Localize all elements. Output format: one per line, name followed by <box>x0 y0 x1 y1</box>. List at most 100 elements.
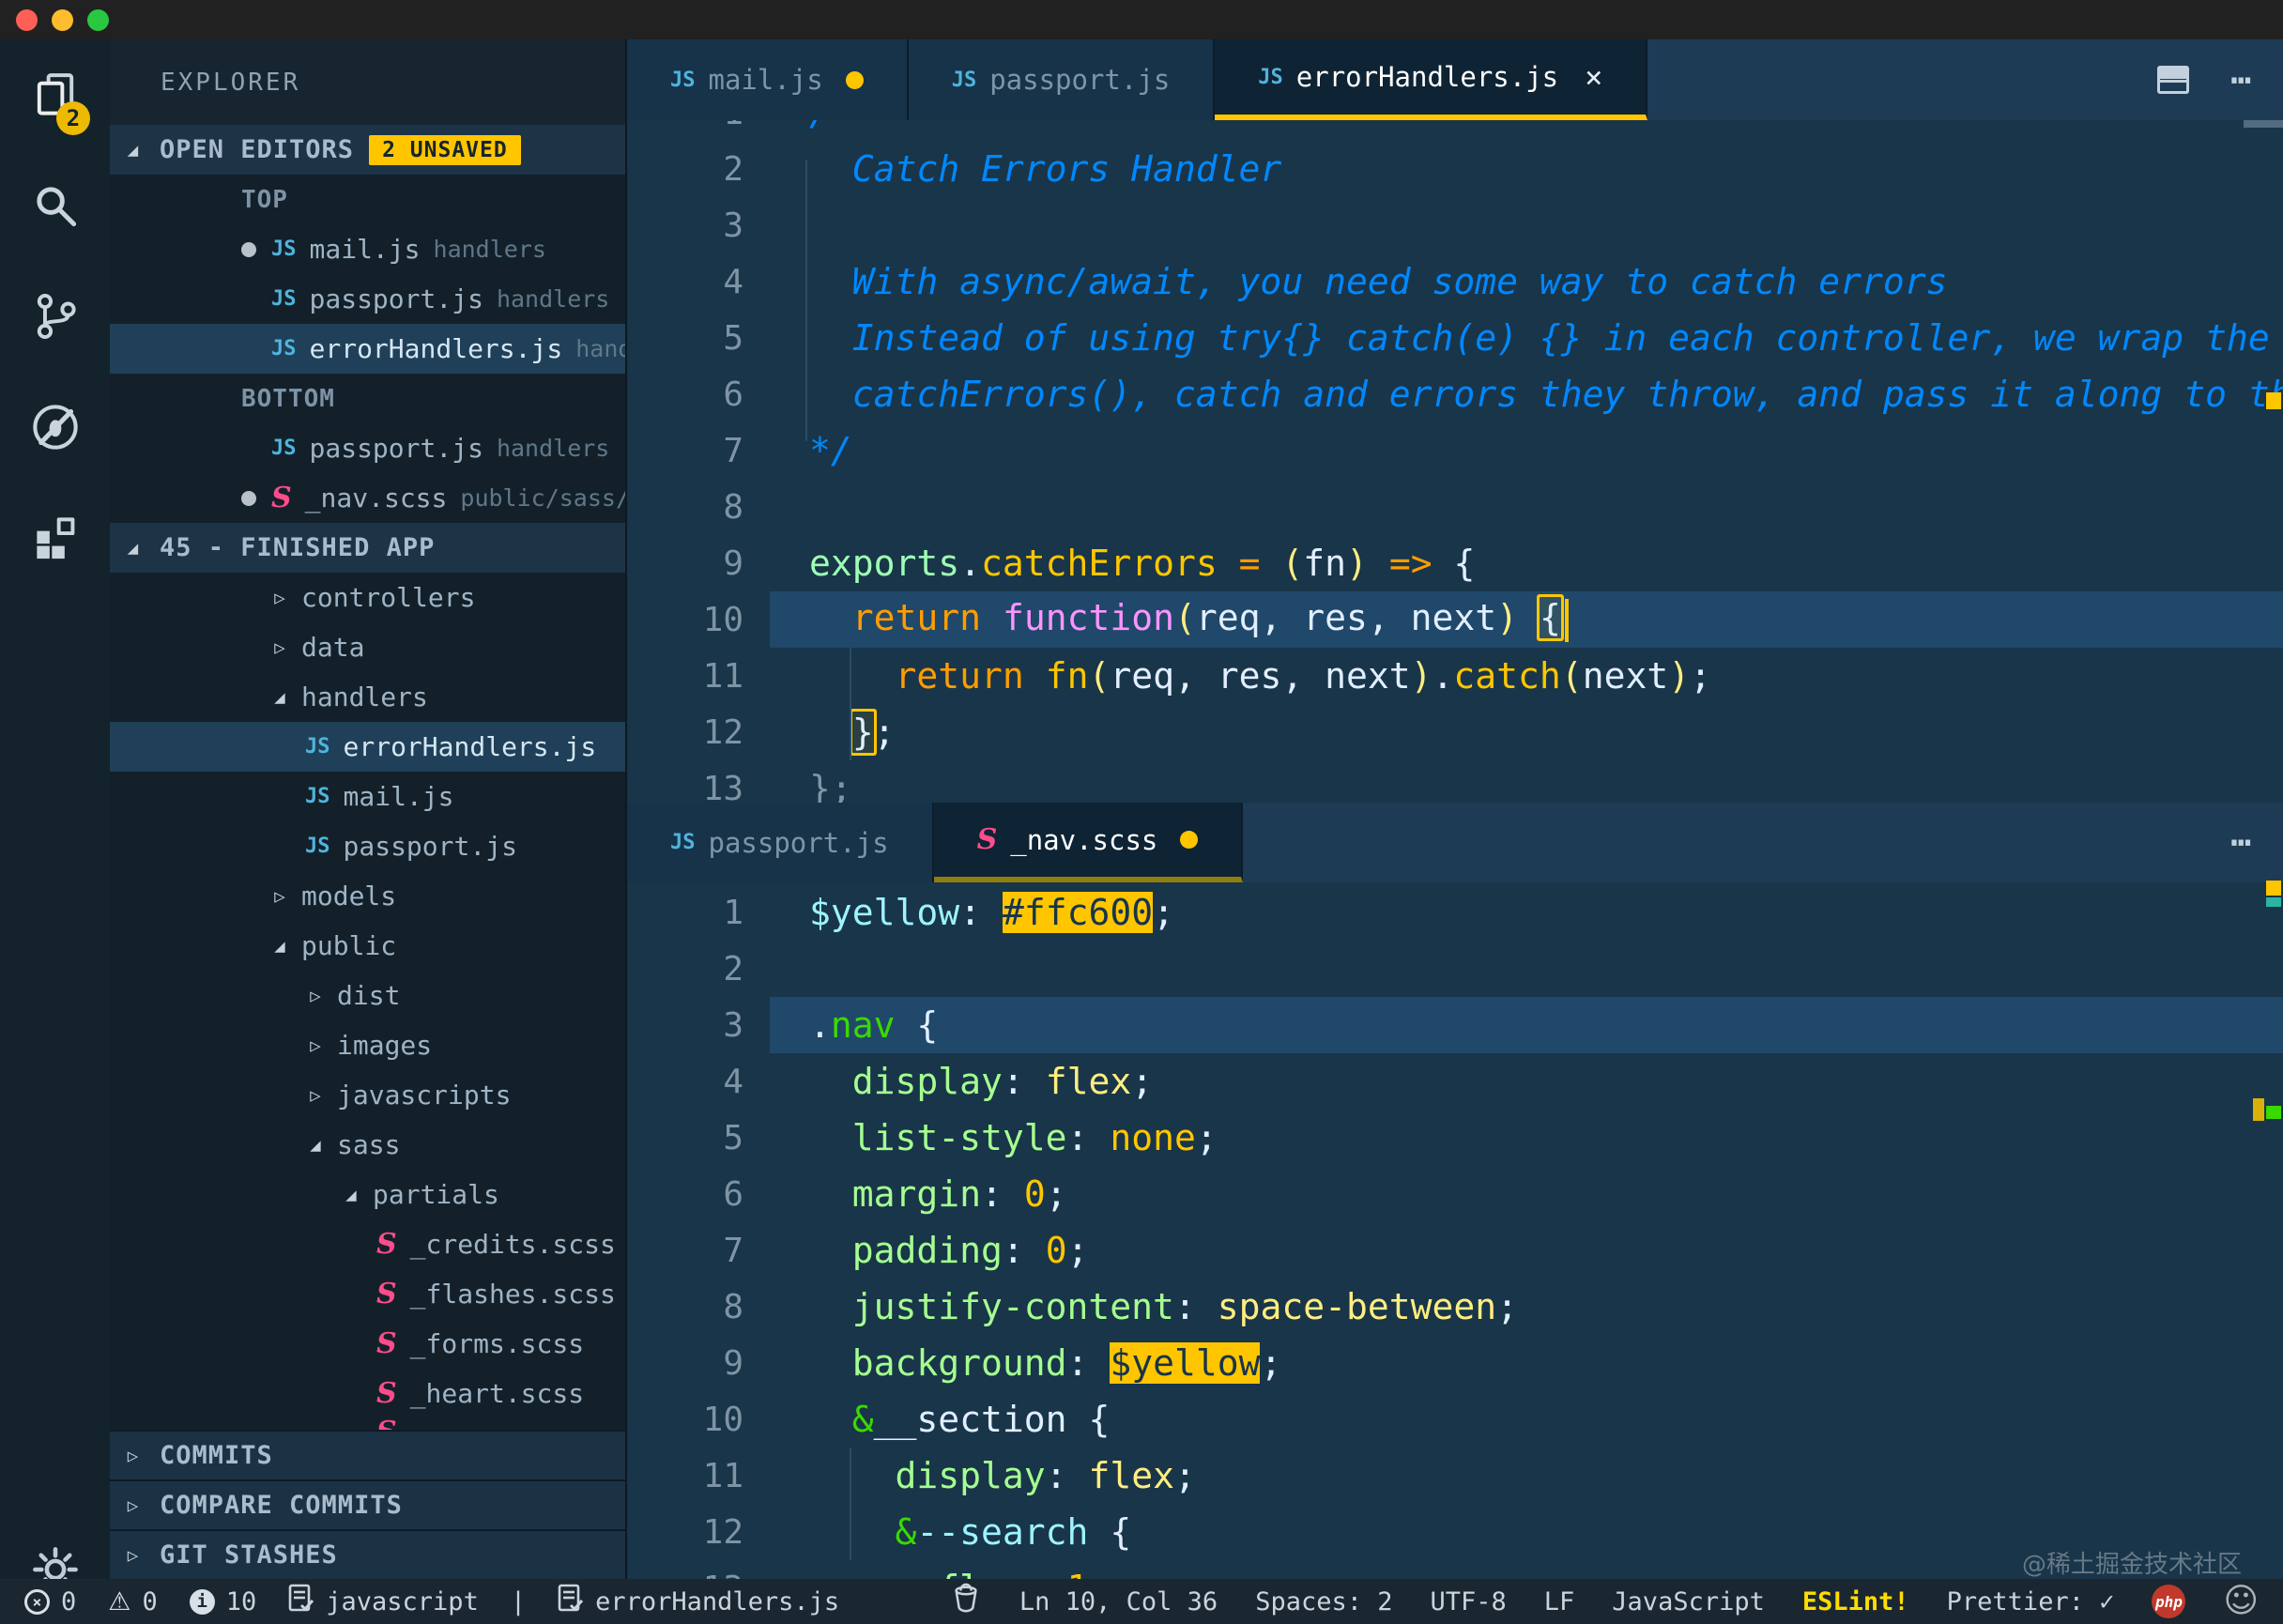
status-item-LF[interactable]: LF <box>1544 1587 1575 1616</box>
split-editor-icon[interactable] <box>2157 66 2190 94</box>
tree-file-_heart.scss[interactable]: S _heart.scss <box>110 1369 625 1418</box>
debug-disabled-icon[interactable] <box>0 372 110 483</box>
status-item-0[interactable]: × 0 <box>24 1587 76 1616</box>
code-line-10[interactable]: 10 &__section { <box>627 1391 2283 1448</box>
status-item-errorHandlersjs[interactable]: errorHandlers.js <box>558 1584 839 1620</box>
explorer-icon[interactable]: 2 <box>0 39 110 150</box>
code-line-11[interactable]: 11 display: flex; <box>627 1448 2283 1504</box>
status-item[interactable]: php <box>2152 1585 2186 1618</box>
dirty-dot-icon[interactable] <box>1180 831 1199 849</box>
code-line-11[interactable]: 11 return fn(req, res, next).catch(next)… <box>627 648 2283 704</box>
code-line-12[interactable]: 12 }; <box>627 704 2283 760</box>
code-line-1[interactable]: 1/* <box>627 120 2283 141</box>
tree-file-_forms.scss[interactable]: S _forms.scss <box>110 1319 625 1369</box>
source-control-icon[interactable] <box>0 261 110 372</box>
code-line-7[interactable]: 7 */ <box>627 422 2283 479</box>
code-line-13[interactable]: 13}; <box>627 760 2283 803</box>
tree-folder-partials[interactable]: ◢ partials <box>110 1170 625 1219</box>
item-label: _credits.scss <box>409 1229 616 1260</box>
code-line-1[interactable]: 1 $yellow: #ffc600; <box>627 884 2283 941</box>
tab-passport.js[interactable]: JS passport.js <box>627 803 934 882</box>
tree-file-clipped[interactable]: S <box>110 1418 625 1430</box>
open-editor-item-mail.js[interactable]: JS mail.js handlers <box>110 224 625 274</box>
tab-errorHandlers.js[interactable]: JS errorHandlers.js × <box>1215 39 1648 120</box>
status-item-UTF8[interactable]: UTF-8 <box>1431 1587 1507 1616</box>
tab-passport.js[interactable]: JS passport.js <box>908 39 1216 120</box>
tree-folder-sass[interactable]: ◢ sass <box>110 1120 625 1170</box>
tree-file-_flashes.scss[interactable]: S _flashes.scss <box>110 1269 625 1319</box>
editor-nav-scss[interactable]: 1 $yellow: #ffc600; 2 3 .nav {4 display: fle… <box>627 882 2283 1579</box>
status-item-Prettier[interactable]: Prettier: ✓ <box>1947 1587 2115 1616</box>
status-item[interactable] <box>950 1583 982 1621</box>
code-line-9[interactable]: 9 background: $yellow; <box>627 1335 2283 1391</box>
close-button[interactable] <box>16 9 38 31</box>
tree-folder-public[interactable]: ◢ public <box>110 921 625 971</box>
status-item-Ln10Col36[interactable]: Ln 10, Col 36 <box>1019 1587 1218 1616</box>
open-editor-item-passport.js[interactable]: JS passport.js handlers <box>110 274 625 324</box>
code-line-3[interactable]: 3 <box>627 197 2283 253</box>
status-item-[interactable]: | <box>511 1587 526 1616</box>
tree-folder-handlers[interactable]: ◢ handlers <box>110 672 625 722</box>
tree-file-_credits.scss[interactable]: S _credits.scss <box>110 1219 625 1269</box>
code-line-6[interactable]: 6 catchErrors(), catch and errors they t… <box>627 366 2283 422</box>
tasks-icon <box>558 1584 584 1620</box>
close-icon[interactable]: × <box>1585 59 1602 95</box>
dirty-dot-icon[interactable] <box>845 70 864 89</box>
sidebar-collapsed-sections: ▷ COMMITS ▷ COMPARE COMMITS ▷ GIT STASHES <box>110 1430 625 1579</box>
tree-folder-data[interactable]: ▷ data <box>110 622 625 672</box>
code-line-4[interactable]: 4 With async/await, you need some way to… <box>627 253 2283 310</box>
status-item[interactable]: ☺ <box>2223 1585 2259 1618</box>
code-line-5[interactable]: 5 Instead of using try{} catch(e) {} in … <box>627 310 2283 366</box>
open-editor-item-passport.js[interactable]: JS passport.js handlers <box>110 423 625 473</box>
code-line-10[interactable]: 10 return function(req, res, next) { <box>627 591 2283 648</box>
code-line-3[interactable]: 3 .nav { <box>627 997 2283 1053</box>
code-line-7[interactable]: 7 padding: 0; <box>627 1222 2283 1279</box>
section-label: COMPARE COMMITS <box>160 1491 403 1520</box>
tree-folder-javascripts[interactable]: ▷ javascripts <box>110 1070 625 1120</box>
code-line-8[interactable]: 8 justify-content: space-between; <box>627 1279 2283 1335</box>
js-file-icon: JS <box>951 68 977 92</box>
code-line-2[interactable]: 2 Catch Errors Handler <box>627 141 2283 197</box>
code-text: display: flex; <box>851 1061 1154 1102</box>
tree-file-passport.js[interactable]: JS passport.js <box>110 821 625 871</box>
status-item-0[interactable]: ⚠ 0 <box>108 1587 157 1616</box>
section-header-compare-commits[interactable]: ▷ COMPARE COMMITS <box>110 1479 625 1529</box>
line-number: 5 <box>723 1118 743 1157</box>
section-header-git-stashes[interactable]: ▷ GIT STASHES <box>110 1529 625 1579</box>
editor-errorhandlers[interactable]: 1/*2 Catch Errors Handler34 With async/a… <box>627 120 2283 803</box>
status-item-JavaScript[interactable]: JavaScript <box>1612 1587 1765 1616</box>
open-editor-item-errorHandlers.js[interactable]: JS errorHandlers.js handler.. <box>110 324 625 374</box>
scrollbar-sliver[interactable] <box>2244 120 2283 128</box>
group-label: TOP <box>241 185 288 214</box>
code-line-9[interactable]: 9 exports.catchErrors = (fn) => { <box>627 535 2283 591</box>
search-icon[interactable] <box>0 150 110 261</box>
code-line-2[interactable]: 2 <box>627 941 2283 997</box>
tree-folder-dist[interactable]: ▷ dist <box>110 971 625 1020</box>
section-header-commits[interactable]: ▷ COMMITS <box>110 1430 625 1479</box>
more-actions-icon[interactable]: ⋯ <box>2230 823 2251 862</box>
code-line-8[interactable]: 8 <box>627 479 2283 535</box>
tab-mail.js[interactable]: JS mail.js <box>627 39 909 120</box>
code-line-6[interactable]: 6 margin: 0; <box>627 1166 2283 1222</box>
more-actions-icon[interactable]: ⋯ <box>2230 61 2251 100</box>
status-item-Spaces2[interactable]: Spaces: 2 <box>1255 1587 1392 1616</box>
tree-folder-models[interactable]: ▷ models <box>110 871 625 921</box>
tree-folder-controllers[interactable]: ▷ controllers <box>110 573 625 622</box>
tree-folder-images[interactable]: ▷ images <box>110 1020 625 1070</box>
code-line-4[interactable]: 4 display: flex; <box>627 1053 2283 1110</box>
title-bar[interactable] <box>0 0 2283 39</box>
status-item-10[interactable]: i 10 <box>189 1587 256 1616</box>
minimize-button[interactable] <box>52 9 73 31</box>
open-editors-header[interactable]: ◢ OPEN EDITORS 2 UNSAVED <box>110 125 625 175</box>
tree-file-errorHandlers.js[interactable]: JS errorHandlers.js <box>110 722 625 772</box>
tree-file-mail.js[interactable]: JS mail.js <box>110 772 625 821</box>
zoom-button[interactable] <box>87 9 109 31</box>
status-item-ESLint[interactable]: ESLint! <box>1802 1587 1909 1616</box>
code-line-5[interactable]: 5 list-style: none; <box>627 1110 2283 1166</box>
file-name: errorHandlers.js <box>309 333 563 364</box>
open-editor-item-_nav.scss[interactable]: S _nav.scss public/sass/pa… <box>110 473 625 523</box>
extensions-icon[interactable] <box>0 483 110 593</box>
tab-_nav.scss[interactable]: S _nav.scss <box>933 803 1244 882</box>
project-section-header[interactable]: ◢ 45 - FINISHED APP <box>110 523 625 573</box>
status-item-javascript[interactable]: javascript <box>288 1584 479 1620</box>
